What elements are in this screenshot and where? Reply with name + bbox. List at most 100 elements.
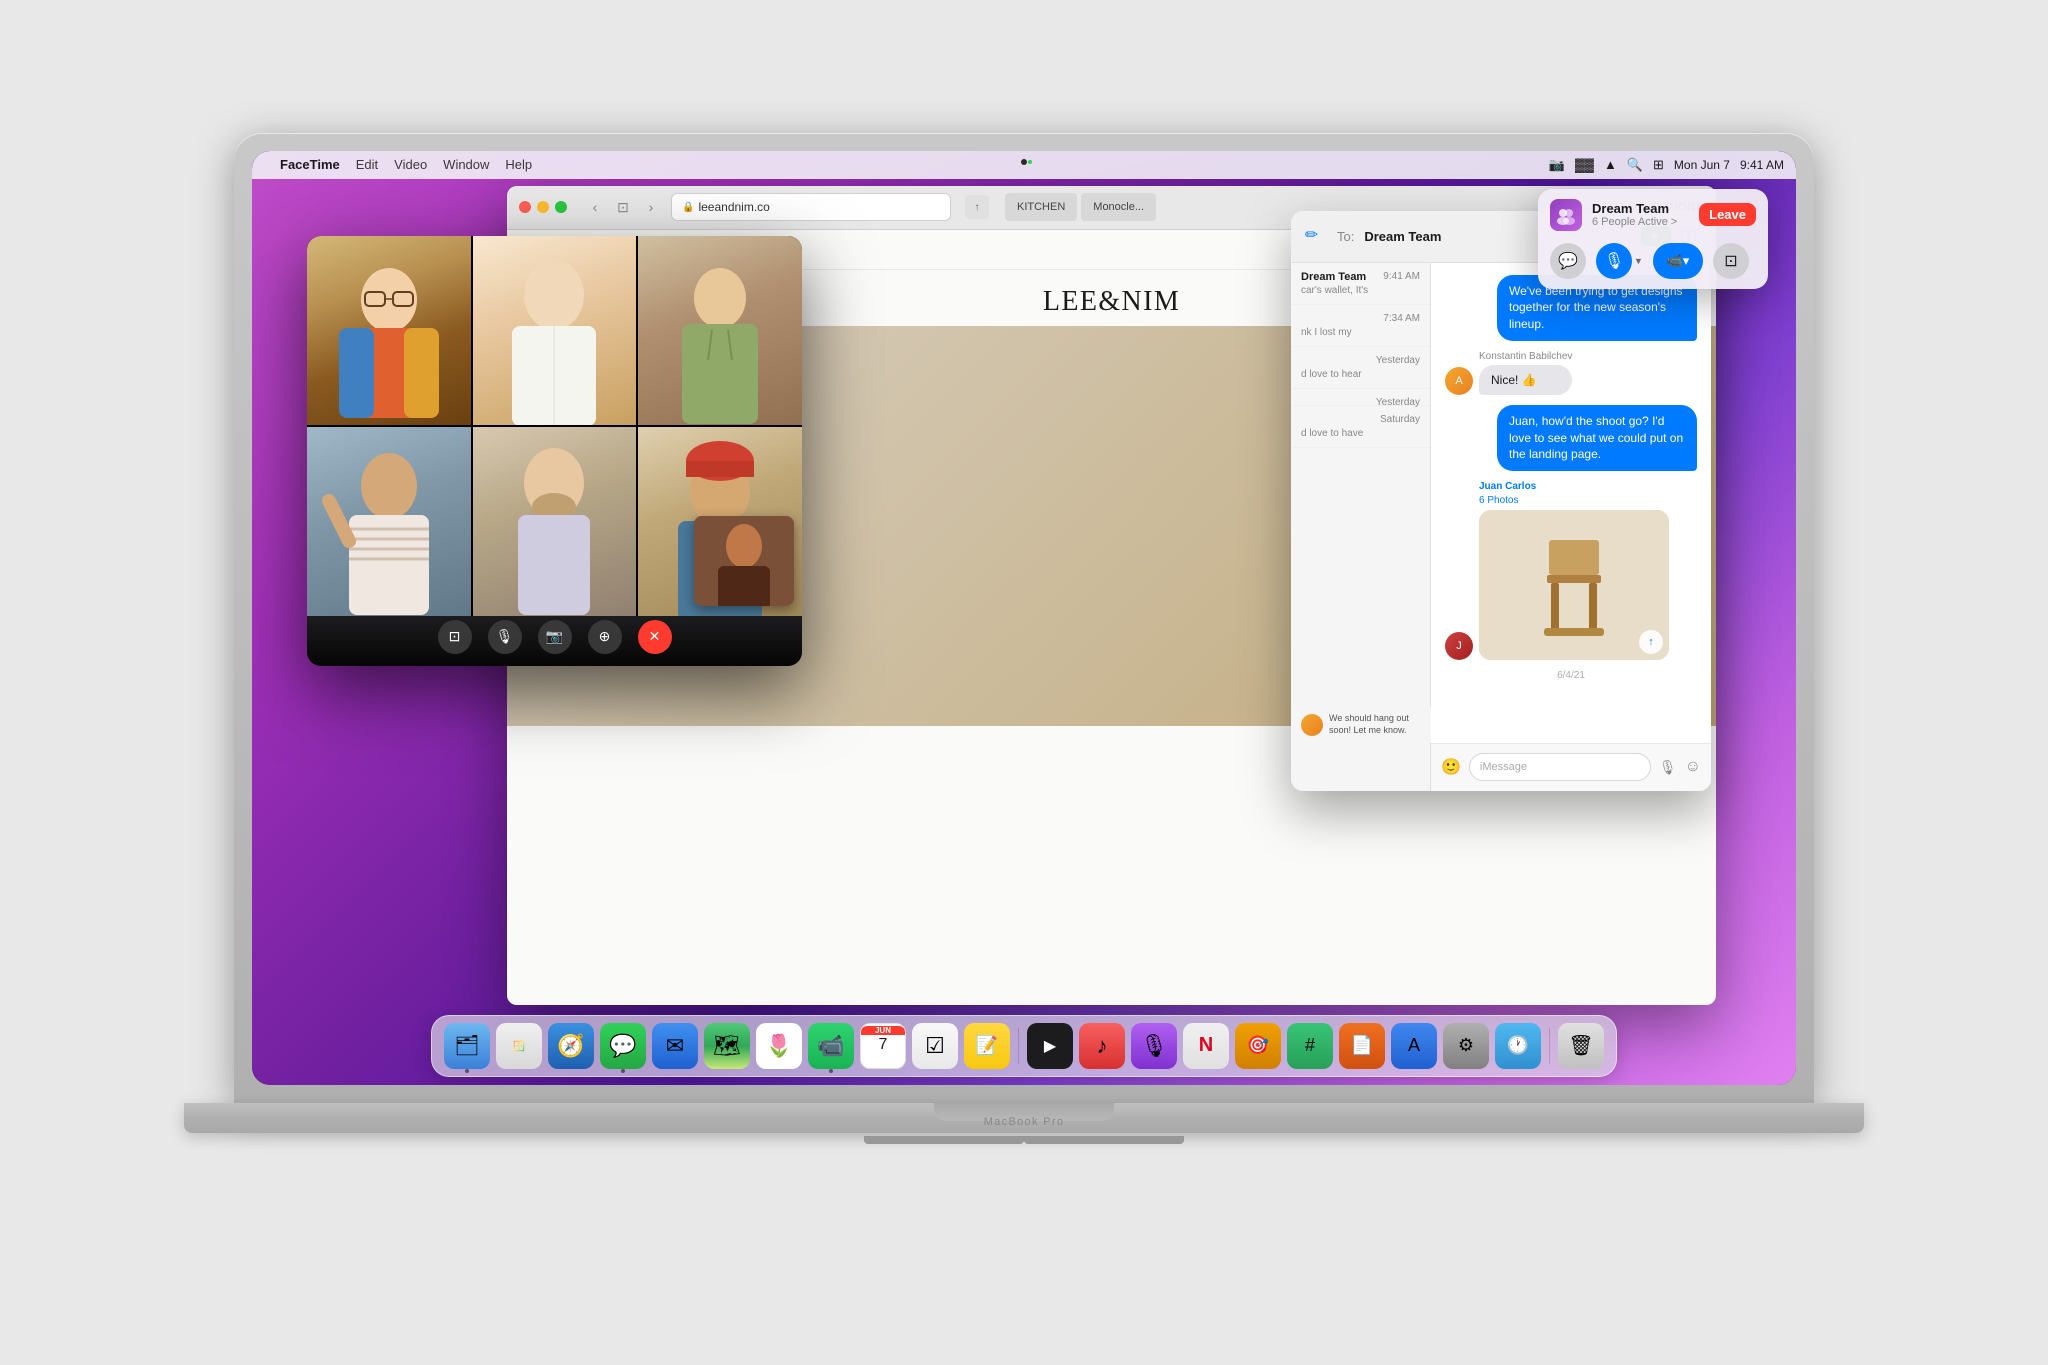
dock-safari[interactable]: 🧭 xyxy=(548,1023,594,1069)
control-center-icon[interactable]: ⊞ xyxy=(1653,157,1664,173)
macbook-foot-left xyxy=(864,1136,1024,1144)
messages-panel: ✏ To: Dream Team ▶ ⓘ Dream Team 9:41 AM xyxy=(1291,211,1711,791)
dock-mail[interactable]: ✉ xyxy=(652,1023,698,1069)
tab-kitchen[interactable]: KITCHEN xyxy=(1005,193,1077,221)
dock-screentime[interactable]: 🕐 xyxy=(1495,1023,1541,1069)
tab-monocle[interactable]: Monocle... xyxy=(1081,193,1156,221)
dock-photos[interactable]: 🌷 xyxy=(756,1023,802,1069)
menubar-window[interactable]: Window xyxy=(443,157,489,172)
dock-keynote[interactable]: 🎯 xyxy=(1235,1023,1281,1069)
dock-finder[interactable]: 🗂 xyxy=(444,1023,490,1069)
battery-icon: ▓▓ xyxy=(1575,157,1594,172)
close-button[interactable] xyxy=(519,201,531,213)
traffic-lights xyxy=(519,201,567,213)
sp-controls: 💬 🎙 ▼ 📹▾ ⊡ xyxy=(1538,237,1768,289)
dock-reminders[interactable]: ☑ xyxy=(912,1023,958,1069)
mute-button[interactable]: 🎙 xyxy=(488,620,522,654)
facetime-cell-1 xyxy=(307,236,471,425)
facetime-cell-3 xyxy=(638,236,802,425)
sp-video-button[interactable]: 📹▾ xyxy=(1653,243,1703,279)
msg-list-item-3[interactable]: Yesterday d love to hear xyxy=(1291,347,1430,389)
dock-launchpad[interactable]: ⊞ xyxy=(496,1023,542,1069)
compose-icon[interactable]: ✏ xyxy=(1305,225,1327,247)
pip-button[interactable]: ⊕ xyxy=(588,620,622,654)
msg-sent-2: Juan, how'd the shoot go? I'd love to se… xyxy=(1445,405,1697,471)
search-icon[interactable]: 🔍 xyxy=(1627,157,1643,173)
dock-separator-2 xyxy=(1549,1028,1550,1064)
leave-button[interactable]: Leave xyxy=(1699,203,1756,226)
msg-list-item-4[interactable]: Yesterday xyxy=(1291,389,1430,406)
sp-comment-button[interactable]: 💬 xyxy=(1550,243,1586,279)
sp-mic-group: 🎙 ▼ xyxy=(1596,243,1643,279)
dock-calendar[interactable]: JUN 7 xyxy=(860,1023,906,1069)
dock: 🗂 ⊞ 🧭 💬 ✉ 🗺 🌷 📹 JUN 7 ☑ 📝 ▶ xyxy=(431,1015,1617,1077)
dock-podcasts[interactable]: 🎙 xyxy=(1131,1023,1177,1069)
msg-list-item-1[interactable]: Dream Team 9:41 AM car's wallet, It's xyxy=(1291,263,1430,305)
macbook-outer: FaceTime Edit Video Window Help 📷 ▓▓ ▲ 🔍… xyxy=(234,133,1814,1233)
menubar: FaceTime Edit Video Window Help 📷 ▓▓ ▲ 🔍… xyxy=(252,151,1796,179)
msg-bubble-received-1: Nice! 👍 xyxy=(1479,365,1572,395)
back-button[interactable]: ‹ xyxy=(583,195,607,219)
emoji-button-left[interactable]: 🙂 xyxy=(1441,757,1461,777)
msg-list-item-5[interactable]: Saturday d love to have xyxy=(1291,406,1430,448)
camera-dot xyxy=(1021,159,1027,165)
tabs-button[interactable]: ⊡ xyxy=(611,195,635,219)
sp-screen-button[interactable]: ⊡ xyxy=(1713,243,1749,279)
dock-settings[interactable]: ⚙ xyxy=(1443,1023,1489,1069)
menubar-help[interactable]: Help xyxy=(505,157,532,172)
facetime-cell-4 xyxy=(307,427,471,616)
sp-header: Dream Team 6 People Active > Leave xyxy=(1538,189,1768,237)
adam-avatar: A xyxy=(1445,367,1473,395)
macbook-base: MacBook Pro xyxy=(184,1103,1864,1133)
msg-bubble-sent-2: Juan, how'd the shoot go? I'd love to se… xyxy=(1497,405,1697,471)
dock-notes[interactable]: 📝 xyxy=(964,1023,1010,1069)
menubar-left: FaceTime Edit Video Window Help xyxy=(264,157,532,172)
dock-facetime[interactable]: 📹 xyxy=(808,1023,854,1069)
menubar-app-name[interactable]: FaceTime xyxy=(280,157,340,172)
msg-bottom-text: We should hang out soon! Let me know. xyxy=(1329,713,1421,736)
macbook-model-label: MacBook Pro xyxy=(984,1116,1065,1128)
sp-group-name: Dream Team xyxy=(1592,201,1689,216)
facetime-cell-5 xyxy=(473,427,637,616)
camera-green-light xyxy=(1028,160,1032,164)
dock-separator xyxy=(1018,1028,1019,1064)
minimize-button[interactable] xyxy=(537,201,549,213)
menubar-edit[interactable]: Edit xyxy=(356,157,378,172)
dock-appstore[interactable]: A xyxy=(1391,1023,1437,1069)
maximize-button[interactable] xyxy=(555,201,567,213)
facetime-camera-icon: 📷 xyxy=(1549,157,1565,173)
juan-avatar: J xyxy=(1445,632,1473,660)
msg-list-item-2[interactable]: 7:34 AM nk I lost my xyxy=(1291,305,1430,347)
macbook-foot-right xyxy=(1024,1136,1184,1144)
address-bar[interactable]: 🔒 leeandnim.co xyxy=(671,193,951,221)
sp-mic-chevron[interactable]: ▼ xyxy=(1634,256,1643,266)
dock-numbers[interactable]: # xyxy=(1287,1023,1333,1069)
menubar-datetime: Mon Jun 7 xyxy=(1674,158,1730,172)
sp-mic-button[interactable]: 🎙 xyxy=(1596,243,1632,279)
dock-pages[interactable]: 📄 xyxy=(1339,1023,1385,1069)
screen-share-button[interactable]: ⊡ xyxy=(438,620,472,654)
dock-maps[interactable]: 🗺 xyxy=(704,1023,750,1069)
menubar-video[interactable]: Video xyxy=(394,157,427,172)
forward-button[interactable]: › xyxy=(639,195,663,219)
lock-icon: 🔒 xyxy=(682,202,694,213)
emoji-button-right[interactable]: ☺ xyxy=(1685,758,1701,776)
dock-appletv[interactable]: ▶ xyxy=(1027,1023,1073,1069)
sp-people-active: 6 People Active > xyxy=(1592,216,1689,228)
photo-attachment: ↑ xyxy=(1479,510,1669,660)
dock-news[interactable]: N xyxy=(1183,1023,1229,1069)
imessage-input[interactable]: iMessage xyxy=(1469,753,1651,781)
menubar-time: 9:41 AM xyxy=(1740,158,1784,172)
screen-bezel: FaceTime Edit Video Window Help 📷 ▓▓ ▲ 🔍… xyxy=(252,151,1796,1085)
dock-music[interactable]: ♪ xyxy=(1079,1023,1125,1069)
audio-input-icon[interactable]: 🎙 xyxy=(1659,759,1677,776)
share-button[interactable]: ↑ xyxy=(965,195,989,219)
macbook-feet xyxy=(804,1136,1244,1144)
dock-messages[interactable]: 💬 xyxy=(600,1023,646,1069)
dock-trash[interactable]: 🗑 xyxy=(1558,1023,1604,1069)
message-input-bar: 🙂 iMessage 🎙 ☺ xyxy=(1431,743,1711,791)
shareplay-widget: Dream Team 6 People Active > Leave 💬 🎙 ▼… xyxy=(1538,189,1768,289)
camera-button[interactable]: 📷 xyxy=(538,620,572,654)
browser-nav: ‹ ⊡ › xyxy=(583,195,663,219)
end-call-button[interactable]: ✕ xyxy=(638,620,672,654)
